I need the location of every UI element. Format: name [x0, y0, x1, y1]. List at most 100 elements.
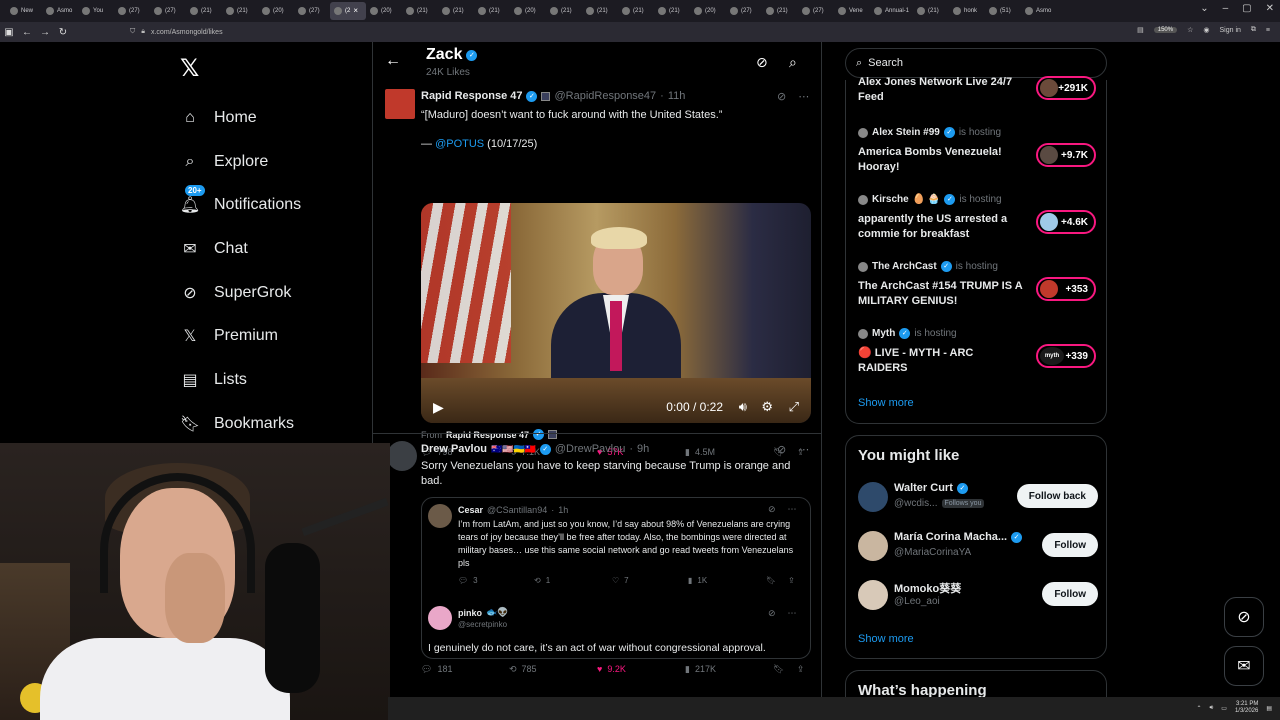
search-icon[interactable]: ⌕ [789, 54, 797, 71]
space-listeners-pill[interactable]: +4.6K [1036, 210, 1096, 234]
author-handle[interactable]: @DrewPavlou [555, 443, 625, 455]
x-logo-icon[interactable]: 𝕏 [180, 54, 199, 83]
sidebar-item-premium[interactable]: 𝕏 Premium [180, 326, 278, 346]
space-listeners-pill[interactable]: +291K [1036, 76, 1096, 100]
messages-float-icon[interactable]: ✉ [1224, 646, 1264, 686]
suggested-user[interactable]: María Corina Macha... ✓ @MariaCorinaYA Foll… [858, 529, 1098, 569]
author-name[interactable]: Rapid Response 47 [421, 90, 522, 102]
grok-icon[interactable]: ⊘ [777, 443, 786, 456]
bookmark-button[interactable]: 🔖︎ [766, 576, 776, 585]
share-icon[interactable]: ⇪ [788, 576, 795, 585]
quote-time[interactable]: 1h [558, 505, 568, 515]
follow-button[interactable]: Follow [1042, 582, 1098, 606]
show-more-link[interactable]: Show more [858, 397, 914, 409]
avatar[interactable] [858, 580, 888, 610]
follow-button[interactable]: Follow back [1016, 484, 1098, 508]
browser-tab[interactable]: (21) [546, 2, 582, 20]
more-icon[interactable]: ⋯ [798, 443, 809, 456]
avatar[interactable] [858, 482, 888, 512]
browser-tab[interactable]: Asmo [42, 2, 78, 20]
share-icon[interactable]: ⇪ [797, 664, 805, 675]
reply-button[interactable]: 💬︎ 181 [421, 664, 452, 675]
repost-button[interactable]: ⟲ 1 [534, 576, 550, 585]
tweet[interactable]: Rapid Response 47 ✓ @RapidResponse47 · 1… [373, 84, 821, 457]
sidebar-item-chat[interactable]: ✉ Chat [180, 239, 248, 259]
back-icon[interactable]: ← [18, 27, 36, 38]
browser-tab[interactable]: Asmo [1021, 2, 1057, 20]
avatar[interactable] [385, 89, 415, 119]
suggested-user[interactable]: Walter Curt ✓ @wcdis... Follows you Follow b… [858, 480, 1098, 520]
more-icon[interactable]: ⋯ [788, 608, 797, 619]
minimize-icon[interactable]: – [1223, 3, 1229, 14]
space-title[interactable]: 🔴 LIVE - MYTH - ARC RAIDERS [858, 346, 1023, 376]
search-input[interactable]: ⌕ Search [845, 48, 1107, 78]
follow-button[interactable]: Follow [1042, 533, 1098, 557]
like-button[interactable]: ♥ 9.2K [597, 664, 626, 674]
sidebar-item-notifications[interactable]: 🔔︎ 20+ Notifications [180, 185, 301, 215]
avatar[interactable] [858, 531, 888, 561]
browser-tab[interactable]: Vene [834, 2, 870, 20]
browser-tab[interactable]: (27) [114, 2, 150, 20]
space-listeners-pill[interactable]: +9.7K [1036, 143, 1096, 167]
browser-tab[interactable]: (21) [654, 2, 690, 20]
views-button[interactable]: ▮ 217K [685, 664, 716, 675]
maximize-icon[interactable]: ▢ [1242, 3, 1251, 14]
sidebar-item-bookmarks[interactable]: 🔖︎ Bookmarks [180, 414, 294, 434]
space-listeners-pill[interactable]: +353 [1036, 277, 1096, 301]
reply-avatar[interactable] [428, 606, 452, 630]
like-button[interactable]: ♡ 7 [612, 576, 629, 585]
browser-tab[interactable]: (21) [762, 2, 798, 20]
account-icon[interactable]: ◉ [1203, 26, 1209, 34]
browser-tab[interactable]: honk [949, 2, 985, 20]
forward-icon[interactable]: → [36, 27, 54, 38]
notification-tray-icon[interactable]: ▤ [1266, 705, 1272, 712]
play-icon[interactable]: ▶ [433, 399, 444, 416]
network-icon[interactable]: ▭ [1221, 705, 1227, 712]
space-title[interactable]: America Bombs Venezuela! Hooray! [858, 145, 1023, 175]
browser-tab[interactable]: (21) [438, 2, 474, 20]
tweet-time[interactable]: 9h [637, 443, 649, 455]
browser-tab[interactable]: (21) [913, 2, 949, 20]
settings-gear-icon[interactable]: ⚙ [761, 399, 773, 415]
avatar[interactable] [387, 441, 417, 471]
quote-author-handle[interactable]: @CSantillan94 [487, 505, 547, 515]
bookmark-star-icon[interactable]: ☆ [1187, 26, 1193, 34]
more-icon[interactable]: ⋯ [798, 90, 809, 103]
reload-icon[interactable]: ↻ [54, 27, 72, 38]
browser-tab[interactable]: Annual-1 [870, 2, 913, 20]
address-bar[interactable]: ⛉ 🔒︎ x.com/Asmongold/likes [130, 25, 1120, 39]
sidebar-toggle-icon[interactable]: ▣ [0, 27, 18, 38]
browser-tab[interactable]: You [78, 2, 114, 20]
fullscreen-icon[interactable]: ⤢ [789, 399, 799, 415]
space-host[interactable]: Alex Stein #99 ✓ is hosting [858, 127, 1001, 138]
more-icon[interactable]: ⋯ [788, 504, 797, 515]
grok-icon[interactable]: ⊘ [777, 90, 786, 103]
browser-tab[interactable]: (20) [690, 2, 726, 20]
show-more-link[interactable]: Show more [858, 633, 914, 645]
tab-list-icon[interactable]: ⌄ [1200, 3, 1208, 14]
space-title[interactable]: apparently the US arrested a commie for … [858, 212, 1023, 242]
mention-link[interactable]: @POTUS [435, 138, 484, 150]
repost-button[interactable]: ⟲ 785 [509, 664, 537, 675]
grok-icon[interactable]: ⊘ [768, 504, 776, 515]
sign-in-button[interactable]: Sign in [1220, 27, 1241, 34]
browser-tab[interactable]: (21) [618, 2, 654, 20]
browser-tab[interactable]: (20) [258, 2, 294, 20]
tray-chevron-icon[interactable]: ⌃ [1196, 705, 1201, 712]
author-name[interactable]: Drew Pavlou [421, 443, 487, 455]
space-host[interactable]: Myth ✓ is hosting [858, 328, 957, 339]
tweet-time[interactable]: 11h [668, 90, 686, 102]
suggested-user[interactable]: Momoko葵葵 @Leo_aoi Follow [858, 578, 1098, 618]
browser-tab[interactable]: (27) [294, 2, 330, 20]
browser-tab[interactable]: (27) [798, 2, 834, 20]
volume-icon[interactable]: 🔊︎ [739, 399, 747, 415]
tab-close-icon[interactable]: × [353, 7, 361, 15]
clock[interactable]: 3:21 PM 1/3/2026 [1235, 701, 1258, 715]
sidebar-item-supergrok[interactable]: ⊘ SuperGrok [180, 283, 291, 303]
reply-author-name[interactable]: pinko [458, 608, 482, 618]
bookmark-button[interactable]: 🔖︎ [773, 664, 784, 675]
space-listeners-pill[interactable]: myth +339 [1036, 344, 1096, 368]
quote-avatar[interactable] [428, 504, 452, 528]
zoom-level[interactable]: 150% [1153, 27, 1178, 33]
quoted-thread[interactable]: Cesar @CSantillan94 · 1h ⊘ ⋯ I’m from La… [421, 497, 811, 659]
